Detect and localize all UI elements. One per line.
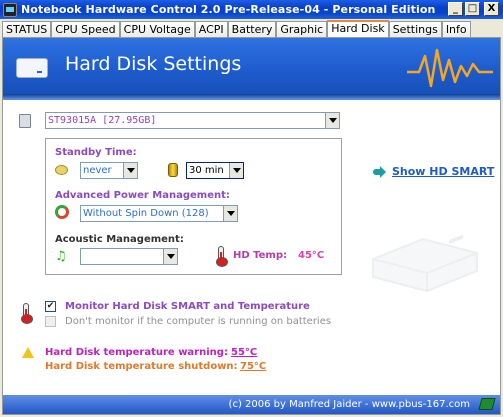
tab-hard-disk[interactable]: Hard Disk xyxy=(327,20,389,37)
temp-warning-label: Hard Disk temperature warning: xyxy=(45,347,228,358)
disk-cylinder-icon xyxy=(168,163,178,177)
apm-label: Advanced Power Management: xyxy=(55,190,230,201)
tab-status[interactable]: STATUS xyxy=(2,21,52,37)
thermometer-monitor-icon xyxy=(21,303,33,324)
standby-time-select[interactable]: 30 min xyxy=(186,162,244,179)
title-bar[interactable]: Notebook Hardware Control 2.0 Pre-Releas… xyxy=(0,0,503,19)
temp-shutdown-value[interactable]: 75°C xyxy=(240,361,266,372)
hard-disk-panel: Hard Disk Settings ST93015A [27.95GB] St… xyxy=(2,37,501,415)
tab-strip: STATUS CPU Speed CPU Voltage ACPI Batter… xyxy=(2,20,471,37)
hard-drive-watermark-icon xyxy=(372,234,478,293)
temp-warning-value[interactable]: 55°C xyxy=(231,347,257,358)
chevron-down-icon[interactable] xyxy=(229,163,243,178)
window-title: Notebook Hardware Control 2.0 Pre-Releas… xyxy=(21,3,436,16)
battery-monitor-checkbox[interactable] xyxy=(45,316,56,327)
page-title: Hard Disk Settings xyxy=(65,53,242,75)
apm-select[interactable]: Without Spin Down (128) xyxy=(80,205,238,222)
close-button[interactable]: X xyxy=(484,2,499,16)
standby-never-select[interactable]: never xyxy=(80,162,138,179)
header-banner: Hard Disk Settings xyxy=(3,38,500,94)
music-note-icon: ♫ xyxy=(55,249,67,264)
standby-moon-icon xyxy=(55,165,68,175)
window-controls: _ □ X xyxy=(448,2,499,16)
minimize-button[interactable]: _ xyxy=(448,2,463,16)
hard-disk-icon xyxy=(16,58,48,78)
tab-cpu-voltage[interactable]: CPU Voltage xyxy=(119,21,195,37)
tab-cpu-speed[interactable]: CPU Speed xyxy=(51,21,120,37)
app-icon xyxy=(3,2,17,17)
standby-label: Standby Time: xyxy=(55,147,137,158)
standby-never-value: never xyxy=(83,165,112,176)
tab-graphic[interactable]: Graphic xyxy=(276,21,328,37)
hd-temp-label: HD Temp: xyxy=(233,250,288,261)
monitor-smart-checkbox[interactable]: ✔ xyxy=(45,301,56,312)
drive-select-value: ST93015A [27.95GB] xyxy=(48,115,157,126)
show-hd-smart-label: Show HD SMART xyxy=(392,165,495,178)
chevron-down-icon[interactable] xyxy=(325,113,339,128)
tab-settings[interactable]: Settings xyxy=(388,21,442,37)
footer-bar: (c) 2006 by Manfred Jaider - www.pbus-16… xyxy=(3,395,500,414)
tray-app-icon xyxy=(478,398,496,410)
drive-icon xyxy=(19,114,31,128)
warning-icon xyxy=(22,347,34,358)
standby-time-value: 30 min xyxy=(189,165,224,176)
temp-shutdown-label: Hard Disk temperature shutdown: xyxy=(45,361,238,372)
hd-temp-value: 45°C xyxy=(298,250,325,261)
chevron-down-icon[interactable] xyxy=(123,163,137,178)
heartbeat-graphic-icon xyxy=(407,48,493,88)
monitor-smart-label: Monitor Hard Disk SMART and Temperature xyxy=(65,301,310,312)
show-hd-smart-link[interactable]: Show HD SMART xyxy=(372,165,494,178)
maximize-button[interactable]: □ xyxy=(465,2,480,16)
tab-info[interactable]: Info xyxy=(441,21,471,37)
tab-acpi[interactable]: ACPI xyxy=(194,21,228,37)
acoustic-label: Acoustic Management: xyxy=(55,234,184,245)
header-shadow xyxy=(3,94,500,100)
tab-battery[interactable]: Battery xyxy=(227,21,277,37)
acoustic-select[interactable] xyxy=(80,248,178,265)
apm-value: Without Spin Down (128) xyxy=(83,208,209,219)
chevron-down-icon[interactable] xyxy=(223,206,237,221)
arrow-right-icon xyxy=(372,165,386,178)
thermometer-icon xyxy=(216,246,228,267)
battery-monitor-label: Don't monitor if the computer is running… xyxy=(65,316,332,327)
power-cycle-icon xyxy=(55,205,69,219)
footer-copyright: (c) 2006 by Manfred Jaider - www.pbus-16… xyxy=(228,399,470,410)
chevron-down-icon[interactable] xyxy=(163,249,177,264)
drive-select[interactable]: ST93015A [27.95GB] xyxy=(45,112,340,129)
